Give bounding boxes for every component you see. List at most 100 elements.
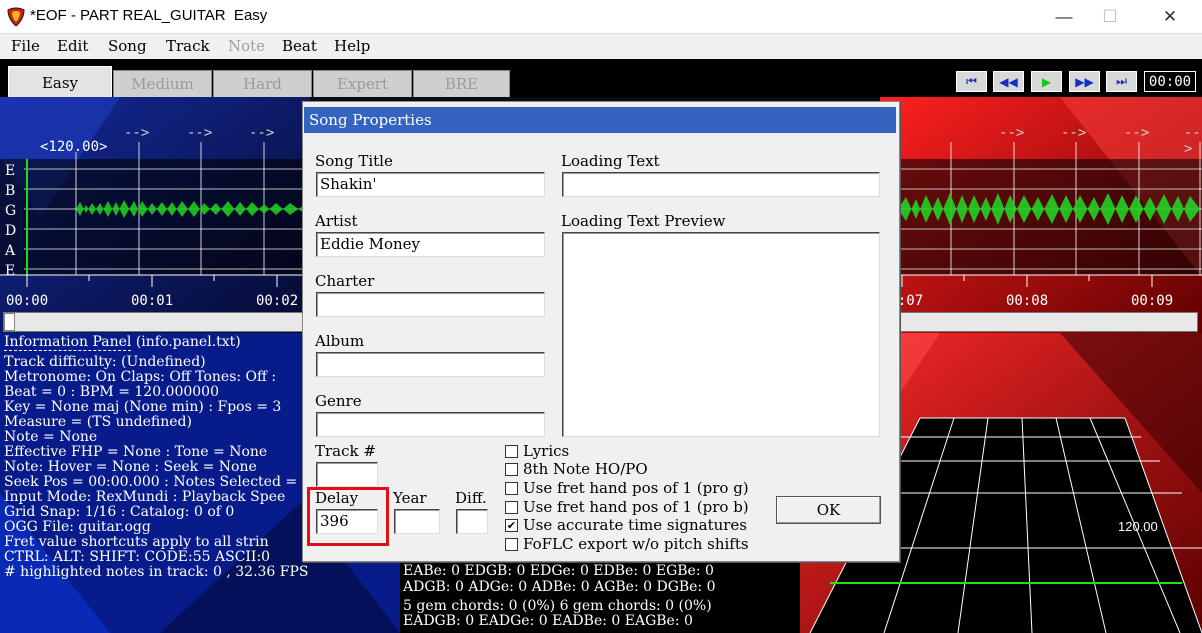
info-line: Metronome: On Claps: Off Tones: Off : bbox=[4, 369, 277, 385]
time-display: 00:00 bbox=[1144, 71, 1196, 92]
album-input[interactable] bbox=[316, 352, 545, 377]
preview-bpm: 120.00 bbox=[1118, 519, 1158, 534]
info-line: Fret value shortcuts apply to all strin bbox=[4, 534, 269, 550]
year-label: Year bbox=[393, 489, 427, 507]
accurate-ts-label: Use accurate time signatures bbox=[523, 516, 748, 534]
menu-file[interactable]: File bbox=[11, 37, 40, 55]
year-input[interactable] bbox=[394, 509, 440, 534]
menu-help[interactable]: Help bbox=[334, 37, 370, 55]
charter-label: Charter bbox=[315, 272, 375, 290]
tab-expert[interactable]: Expert bbox=[313, 70, 412, 97]
rewind-icon[interactable]: ◀◀ bbox=[993, 71, 1024, 92]
timeline-label: 00:02 bbox=[256, 293, 299, 309]
info-line: CTRL: ALT: SHIFT: CODE:55 ASCII:0 bbox=[4, 549, 271, 565]
artist-input[interactable]: Eddie Money bbox=[316, 232, 545, 257]
minimize-button[interactable]: — bbox=[1041, 0, 1087, 34]
seek-start-icon[interactable]: ⏮ bbox=[956, 71, 987, 92]
tab-bre[interactable]: BRE bbox=[413, 70, 510, 97]
beat-arrow: --> bbox=[187, 125, 213, 141]
timeline-label: 00:01 bbox=[131, 293, 174, 309]
timeline-label: 00:09 bbox=[1131, 293, 1174, 309]
window-title: *EOF - PART REAL_GUITAR Easy bbox=[30, 7, 268, 24]
dialog-title: Song Properties bbox=[304, 107, 896, 133]
loading-text-preview-box bbox=[562, 232, 880, 437]
stat-line: EADGB: 0 EADGe: 0 EADBe: 0 EAGBe: 0 bbox=[403, 613, 693, 629]
lyrics-checkbox[interactable] bbox=[505, 445, 518, 458]
timeline-label: 00:08 bbox=[1006, 293, 1049, 309]
menu-edit[interactable]: Edit bbox=[57, 37, 88, 55]
info-line: OGG File: guitar.ogg bbox=[4, 519, 151, 535]
fret-pos-pro-g-checkbox[interactable] bbox=[505, 482, 518, 495]
genre-input[interactable] bbox=[316, 412, 545, 437]
menu-beat[interactable]: Beat bbox=[282, 37, 317, 55]
guitar-pick-icon bbox=[7, 7, 25, 27]
fret-pos-pro-g-label: Use fret hand pos of 1 (pro g) bbox=[523, 479, 749, 497]
foflc-export-label: FoFLC export w/o pitch shifts bbox=[523, 535, 749, 553]
info-line: Note: Hover = None : Seek = None bbox=[4, 459, 257, 475]
fret-pos-pro-b-label: Use fret hand pos of 1 (pro b) bbox=[523, 498, 749, 516]
stat-line: EABe: 0 EDGB: 0 EDGe: 0 EDBe: 0 EGBe: 0 bbox=[403, 563, 714, 579]
beat-arrow: --> bbox=[249, 125, 275, 141]
info-panel-title: Information Panel (info.panel.txt) bbox=[4, 334, 241, 351]
chord-stats-panel: EABe: 0 EDGB: 0 EDGe: 0 EDBe: 0 EGBe: 0 … bbox=[400, 562, 800, 633]
stat-line: ADGB: 0 ADGe: 0 ADBe: 0 AGBe: 0 DGBe: 0 bbox=[403, 579, 716, 595]
beat-arrow: --> bbox=[1124, 125, 1150, 141]
info-line: Beat = 0 : BPM = 120.000000 bbox=[4, 384, 219, 400]
hopo-checkbox[interactable] bbox=[505, 463, 518, 476]
beat-arrow: --> bbox=[1061, 125, 1087, 141]
fast-forward-icon[interactable]: ▶▶ bbox=[1069, 71, 1100, 92]
info-line: Grid Snap: 1/16 : Catalog: 0 of 0 bbox=[4, 504, 235, 520]
hopo-label: 8th Note HO/PO bbox=[523, 460, 648, 478]
info-line: Key = None maj (None min) : Fpos = 3 bbox=[4, 399, 282, 415]
genre-label: Genre bbox=[315, 392, 362, 410]
info-line: # highlighted notes in track: 0 , 32.36 … bbox=[4, 564, 309, 580]
accurate-ts-checkbox[interactable]: ✔ bbox=[505, 519, 518, 532]
info-panel-header-suffix: (info.panel.txt) bbox=[131, 334, 241, 350]
song-title-label: Song Title bbox=[315, 152, 393, 170]
artist-label: Artist bbox=[315, 212, 358, 230]
beat-arrow: --> bbox=[1184, 125, 1201, 157]
info-line: Measure = (TS undefined) bbox=[4, 414, 192, 430]
play-icon[interactable]: ▶ bbox=[1031, 71, 1062, 92]
info-line: Note = None bbox=[4, 429, 98, 445]
string-label: A bbox=[5, 243, 16, 259]
timeline-label: 00:00 bbox=[6, 293, 49, 309]
string-label: D bbox=[5, 223, 17, 239]
tempo-marker: <120.00> bbox=[40, 139, 108, 155]
foflc-export-checkbox[interactable] bbox=[505, 538, 518, 551]
info-panel-header: Information Panel bbox=[4, 334, 132, 351]
seek-end-icon[interactable]: ⏭ bbox=[1106, 71, 1137, 92]
beat-arrow: --> bbox=[999, 125, 1025, 141]
beat-arrow: --> bbox=[124, 125, 150, 141]
tab-easy[interactable]: Easy bbox=[8, 66, 112, 98]
info-line: Effective FHP = None : Tone = None bbox=[4, 444, 268, 460]
difficulty-label: Diff. bbox=[455, 489, 487, 507]
scrollbar-thumb[interactable] bbox=[4, 313, 15, 331]
lyrics-label: Lyrics bbox=[523, 442, 570, 460]
delay-highlight-box bbox=[307, 487, 389, 546]
menu-song[interactable]: Song bbox=[108, 37, 147, 55]
album-label: Album bbox=[315, 332, 365, 350]
track-number-input[interactable] bbox=[316, 462, 378, 487]
song-title-input[interactable]: Shakin' bbox=[316, 172, 545, 197]
track-number-label: Track # bbox=[315, 442, 376, 460]
charter-input[interactable] bbox=[316, 292, 545, 317]
loading-text-label: Loading Text bbox=[561, 152, 660, 170]
string-label: B bbox=[5, 183, 16, 199]
info-line: Track difficulty: (Undefined) bbox=[4, 354, 206, 370]
stat-line: 5 gem chords: 0 (0%) 6 gem chords: 0 (0%… bbox=[403, 598, 712, 614]
loading-text-input[interactable] bbox=[562, 172, 880, 197]
menu-track[interactable]: Track bbox=[166, 37, 210, 55]
tab-hard[interactable]: Hard bbox=[213, 70, 312, 97]
info-line: Seek Pos = 00:00.000 : Notes Selected = bbox=[4, 474, 298, 490]
fret-pos-pro-b-checkbox[interactable] bbox=[505, 501, 518, 514]
info-line: Input Mode: RexMundi : Playback Spee bbox=[4, 489, 286, 505]
difficulty-input[interactable] bbox=[456, 509, 488, 534]
menu-note[interactable]: Note bbox=[228, 37, 265, 55]
tab-medium[interactable]: Medium bbox=[113, 70, 212, 97]
string-label: G bbox=[5, 203, 17, 219]
maximize-button[interactable]: ☐ bbox=[1087, 0, 1133, 34]
string-label: E bbox=[5, 263, 16, 279]
close-button[interactable]: ✕ bbox=[1147, 0, 1193, 34]
ok-button[interactable]: OK bbox=[776, 496, 881, 524]
